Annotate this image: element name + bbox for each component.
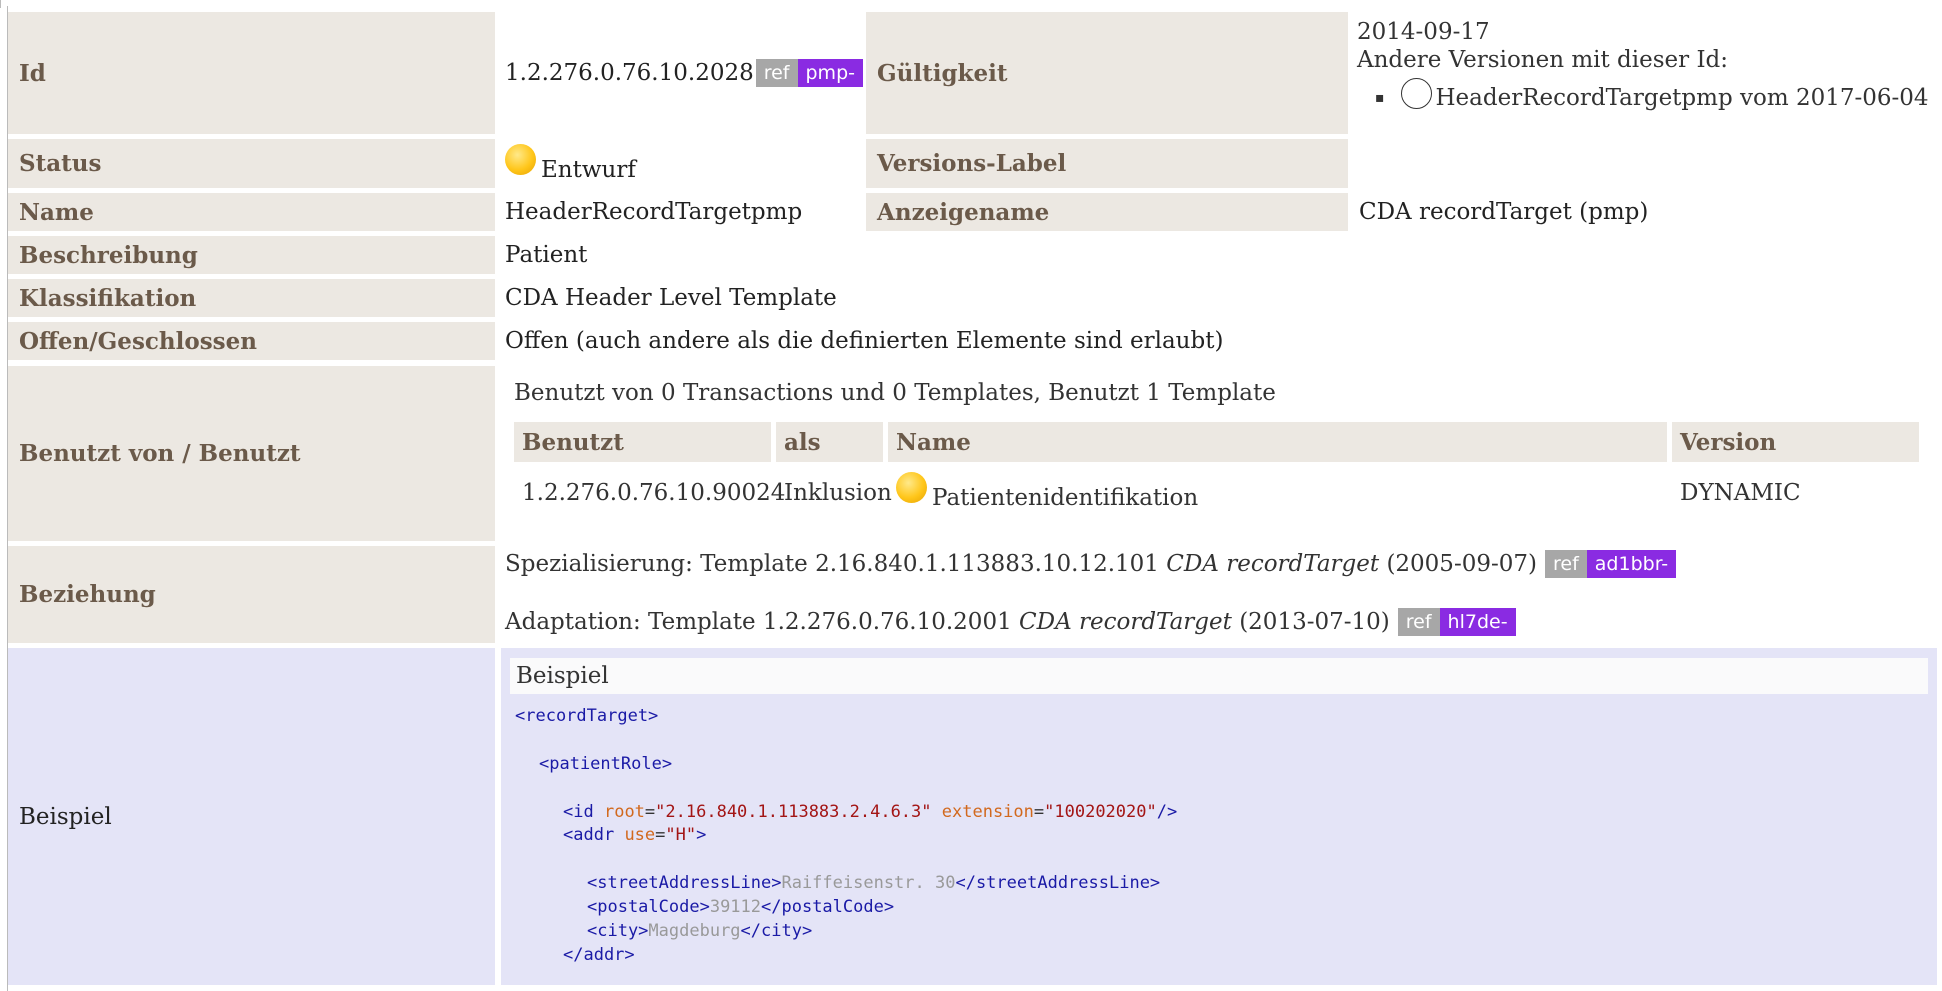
col-header-as: als (776, 422, 883, 462)
project-tag[interactable]: pmp- (797, 59, 863, 87)
ref-tag[interactable]: ref (1545, 550, 1587, 578)
used-as: Inklusion (784, 480, 892, 506)
description-value: Patient (505, 242, 588, 268)
adaptation-line: Adaptation: Template 1.2.276.0.76.10.200… (505, 608, 1516, 636)
display-name-label: Anzeigename (866, 193, 1348, 231)
description-label: Beschreibung (8, 236, 495, 274)
version-label-label: Versions-Label (866, 139, 1348, 188)
used-by-value: Benutzt von 0 Transactions und 0 Templat… (497, 366, 1937, 541)
used-template-id[interactable]: 1.2.276.0.76.10.90024 (522, 480, 785, 506)
validity-value: 2014-09-17 Andere Versionen mit dieser I… (1357, 18, 1937, 134)
status-text: Entwurf (541, 156, 636, 183)
col-header-used: Benutzt (514, 422, 771, 462)
classification-value: CDA Header Level Template (505, 285, 837, 311)
validity-label: Gültigkeit (866, 12, 1348, 134)
specialization-name[interactable]: CDA recordTarget (1166, 551, 1379, 577)
open-closed-label: Offen/Geschlossen (8, 322, 495, 360)
id-value: 1.2.276.0.76.10.2028 ref pmp- (497, 12, 863, 134)
classification-label: Klassifikation (8, 279, 495, 317)
used-version: DYNAMIC (1680, 480, 1801, 506)
draft-status-icon (896, 472, 927, 503)
relationship-label: Beziehung (8, 546, 495, 643)
other-version-link[interactable]: HeaderRecordTargetpmp vom 2017-06-04 (1436, 85, 1929, 111)
other-versions-text: Andere Versionen mit dieser Id: (1357, 47, 1729, 73)
project-tag[interactable]: hl7de- (1439, 608, 1516, 636)
used-by-summary: Benutzt von 0 Transactions und 0 Templat… (514, 380, 1276, 406)
ref-tag[interactable]: ref (755, 59, 798, 87)
example-label: Beispiel (8, 648, 495, 985)
specialization-line: Spezialisierung: Template 2.16.840.1.113… (505, 550, 1677, 578)
top-border (0, 0, 1942, 8)
example-code: <recordTarget> <patientRole> <id root="2… (515, 706, 1178, 965)
relationship-value: Spezialisierung: Template 2.16.840.1.113… (497, 546, 1937, 643)
ref-tag[interactable]: ref (1397, 608, 1440, 636)
display-name-value: CDA recordTarget (pmp) (1359, 199, 1649, 225)
used-template-name[interactable]: Patientenidentifikation (896, 472, 1198, 511)
open-closed-value: Offen (auch andere als die definierten E… (505, 328, 1224, 354)
example-box: Beispiel <recordTarget> <patientRole> <i… (501, 648, 1937, 985)
id-label: Id (8, 12, 495, 134)
validity-date: 2014-09-17 (1357, 19, 1490, 45)
version-status-icon (1400, 78, 1432, 109)
status-label: Status (8, 139, 495, 188)
template-detail-page: Id 1.2.276.0.76.10.2028 ref pmp- Gültigke… (0, 0, 1942, 991)
col-header-name: Name (888, 422, 1667, 462)
name-label: Name (8, 193, 495, 231)
name-value: HeaderRecordTargetpmp (505, 199, 803, 225)
col-header-version: Version (1672, 422, 1919, 462)
status-value: Entwurf (497, 139, 863, 188)
project-tag[interactable]: ad1bbr- (1586, 550, 1677, 578)
template-id: 1.2.276.0.76.10.2028 (505, 60, 754, 86)
adaptation-name[interactable]: CDA recordTarget (1019, 609, 1232, 635)
used-by-label: Benutzt von / Benutzt (8, 366, 495, 541)
version-label-value (1351, 139, 1937, 188)
other-version-item[interactable]: ▪ HeaderRecordTargetpmp vom 2017-06-04 (1375, 78, 1937, 113)
example-title: Beispiel (510, 658, 1928, 694)
list-bullet-icon: ▪ (1375, 89, 1385, 106)
draft-status-icon (505, 144, 536, 175)
